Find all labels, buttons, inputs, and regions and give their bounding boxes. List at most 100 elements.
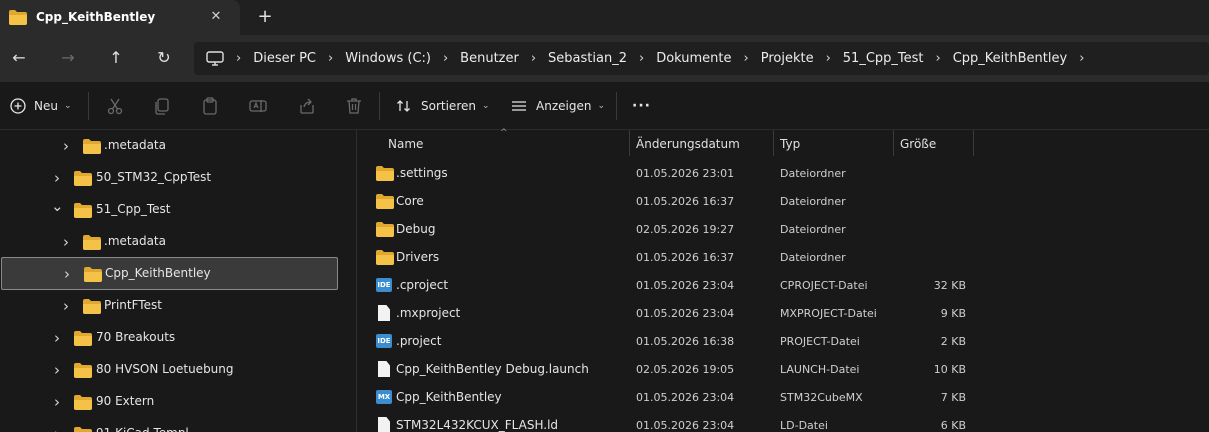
breadcrumb-dokumente[interactable]: Dokumente <box>656 51 731 66</box>
more-options-button[interactable]: ··· <box>632 96 651 116</box>
file-size: 10 KB <box>933 363 966 376</box>
chevron-right-icon[interactable]: › <box>826 51 831 66</box>
chevron-right-icon[interactable]: › <box>639 51 644 66</box>
tree-item[interactable]: › 90 Extern <box>0 386 337 418</box>
column-separator[interactable] <box>893 130 894 156</box>
chevron-right-icon[interactable]: › <box>51 363 63 378</box>
chevron-right-icon[interactable]: › <box>744 51 749 66</box>
file-type: Dateiordner <box>780 251 846 264</box>
column-separator[interactable] <box>629 130 630 156</box>
share-icon[interactable] <box>297 96 317 116</box>
file-row[interactable]: IDE .project 01.05.2026 16:38 PROJECT-Datei… <box>357 327 1209 355</box>
tree-item[interactable]: ⌄ 51_Cpp_Test <box>0 194 337 226</box>
tree-item[interactable]: › .metadata <box>0 226 337 258</box>
file-type: Dateiordner <box>780 167 846 180</box>
chevron-right-icon[interactable]: › <box>443 51 448 66</box>
chevron-down-icon[interactable]: ⌄ <box>51 199 64 214</box>
tree-item[interactable]: › 50_STM32_CppTest <box>0 162 337 194</box>
tree-item-label: 90 Extern <box>96 394 155 408</box>
new-button[interactable]: Neu ⌄ <box>10 96 72 116</box>
document-icon <box>376 305 392 321</box>
breadcrumb-projekte[interactable]: Projekte <box>761 51 814 66</box>
navigation-pane: › .metadata › 50_STM32_CppTest ⌄ 51_Cpp_Test ›… <box>0 130 356 432</box>
view-button[interactable]: Anzeigen ⌄ <box>511 96 605 116</box>
file-name: STM32L432KCUX_FLASH.ld <box>396 418 559 432</box>
file-size: 7 KB <box>940 391 966 404</box>
breadcrumb-windows-c[interactable]: Windows (C:) <box>345 51 431 66</box>
tree-item-label: PrintFTest <box>104 298 162 312</box>
tree-item[interactable]: › .metadata <box>0 130 337 162</box>
chevron-right-icon[interactable]: › <box>60 235 72 250</box>
file-size: 32 KB <box>933 279 966 292</box>
tree-item-label: 80 HVSON Loetuebung <box>96 362 234 376</box>
tree-item[interactable]: › PrintFTest <box>0 290 337 322</box>
file-date: 01.05.2026 16:37 <box>636 251 735 264</box>
file-name: .project <box>396 334 442 348</box>
file-name: .settings <box>396 166 448 180</box>
refresh-icon[interactable]: ↻ <box>153 47 175 69</box>
up-icon[interactable]: ↑ <box>105 47 127 69</box>
file-row[interactable]: MX Cpp_KeithBentley 01.05.2026 23:04 STM32C… <box>357 383 1209 411</box>
folder-icon <box>74 395 92 413</box>
breadcrumb-sebastian[interactable]: Sebastian_2 <box>548 51 627 66</box>
back-icon[interactable]: ← <box>8 47 30 69</box>
chevron-down-icon: ⌄ <box>597 101 605 111</box>
file-row[interactable]: STM32L432KCUX_FLASH.ld 01.05.2026 23:04 LD… <box>357 411 1209 432</box>
view-list-icon <box>512 101 526 111</box>
new-tab-icon[interactable]: + <box>256 8 274 26</box>
column-header-type[interactable]: Typ <box>780 137 800 151</box>
chevron-right-icon[interactable]: › <box>60 139 72 154</box>
tree-item-label: .metadata <box>104 234 166 248</box>
paste-icon[interactable] <box>200 96 220 116</box>
rename-icon[interactable] <box>248 96 268 116</box>
file-row[interactable]: .mxproject 01.05.2026 23:04 MXPROJECT-Date… <box>357 299 1209 327</box>
file-type: CPROJECT-Datei <box>780 279 868 292</box>
column-header-name[interactable]: Name <box>388 137 423 151</box>
file-row[interactable]: Debug 02.05.2026 19:27 Dateiordner <box>357 215 1209 243</box>
breadcrumb-cpp-keithbentley[interactable]: Cpp_KeithBentley <box>953 51 1067 66</box>
address-bar[interactable]: › Dieser PC › Windows (C:) › Benutzer › … <box>194 42 1209 75</box>
cut-icon[interactable] <box>105 96 125 116</box>
command-bar: Neu ⌄ Sortieren ⌄ Anzeigen ⌄ ··· <box>0 82 1209 130</box>
tree-item[interactable]: › Cpp_KeithBentley <box>1 257 338 290</box>
tree-item[interactable]: › 70 Breakouts <box>0 322 337 354</box>
file-row[interactable]: IDE .cproject 01.05.2026 23:04 CPROJECT-Dat… <box>357 271 1209 299</box>
forward-icon[interactable]: → <box>57 47 79 69</box>
copy-icon[interactable] <box>152 96 172 116</box>
file-row[interactable]: .settings 01.05.2026 23:01 Dateiordner <box>357 159 1209 187</box>
file-list: ^ Name Änderungsdatum Typ Größe .setting… <box>357 128 1209 432</box>
file-row[interactable]: Drivers 01.05.2026 16:37 Dateiordner <box>357 243 1209 271</box>
column-separator[interactable] <box>773 130 774 156</box>
chevron-right-icon[interactable]: › <box>60 299 72 314</box>
file-type: Dateiordner <box>780 223 846 236</box>
chevron-right-icon[interactable]: › <box>51 331 63 346</box>
chevron-right-icon[interactable]: › <box>936 51 941 66</box>
tab-bar: Cpp_KeithBentley ✕ + <box>0 0 1209 35</box>
close-tab-icon[interactable]: ✕ <box>208 9 224 25</box>
new-label: Neu <box>34 99 58 113</box>
chevron-right-icon[interactable]: › <box>51 427 63 432</box>
trash-icon[interactable] <box>344 96 364 116</box>
tab-active[interactable]: Cpp_KeithBentley ✕ <box>0 0 240 35</box>
chevron-right-icon[interactable]: › <box>236 51 241 66</box>
breadcrumb-benutzer[interactable]: Benutzer <box>460 51 519 66</box>
chevron-right-icon[interactable]: › <box>531 51 536 66</box>
sort-button[interactable]: Sortieren ⌄ <box>396 96 490 116</box>
column-header-size[interactable]: Größe <box>900 137 936 151</box>
column-header-date[interactable]: Änderungsdatum <box>636 137 740 151</box>
file-row[interactable]: Core 01.05.2026 16:37 Dateiordner <box>357 187 1209 215</box>
breadcrumb-51-cpp-test[interactable]: 51_Cpp_Test <box>843 51 924 66</box>
chevron-right-icon[interactable]: › <box>51 171 63 186</box>
column-separator[interactable] <box>973 130 974 156</box>
file-row[interactable]: Cpp_KeithBentley Debug.launch 02.05.2026 … <box>357 355 1209 383</box>
chevron-right-icon[interactable]: › <box>61 267 73 282</box>
breadcrumb-dieser-pc[interactable]: Dieser PC <box>253 51 316 66</box>
tree-item[interactable]: › 80 HVSON Loetuebung <box>0 354 337 386</box>
chevron-right-icon[interactable]: › <box>1079 51 1084 66</box>
chevron-right-icon[interactable]: › <box>328 51 333 66</box>
tree-item-label: Cpp_KeithBentley <box>105 266 211 280</box>
monitor-icon[interactable] <box>206 50 224 67</box>
file-date: 01.05.2026 23:04 <box>636 391 735 404</box>
chevron-right-icon[interactable]: › <box>51 395 63 410</box>
tree-item[interactable]: › 91 KiCad Templ... <box>0 418 337 432</box>
